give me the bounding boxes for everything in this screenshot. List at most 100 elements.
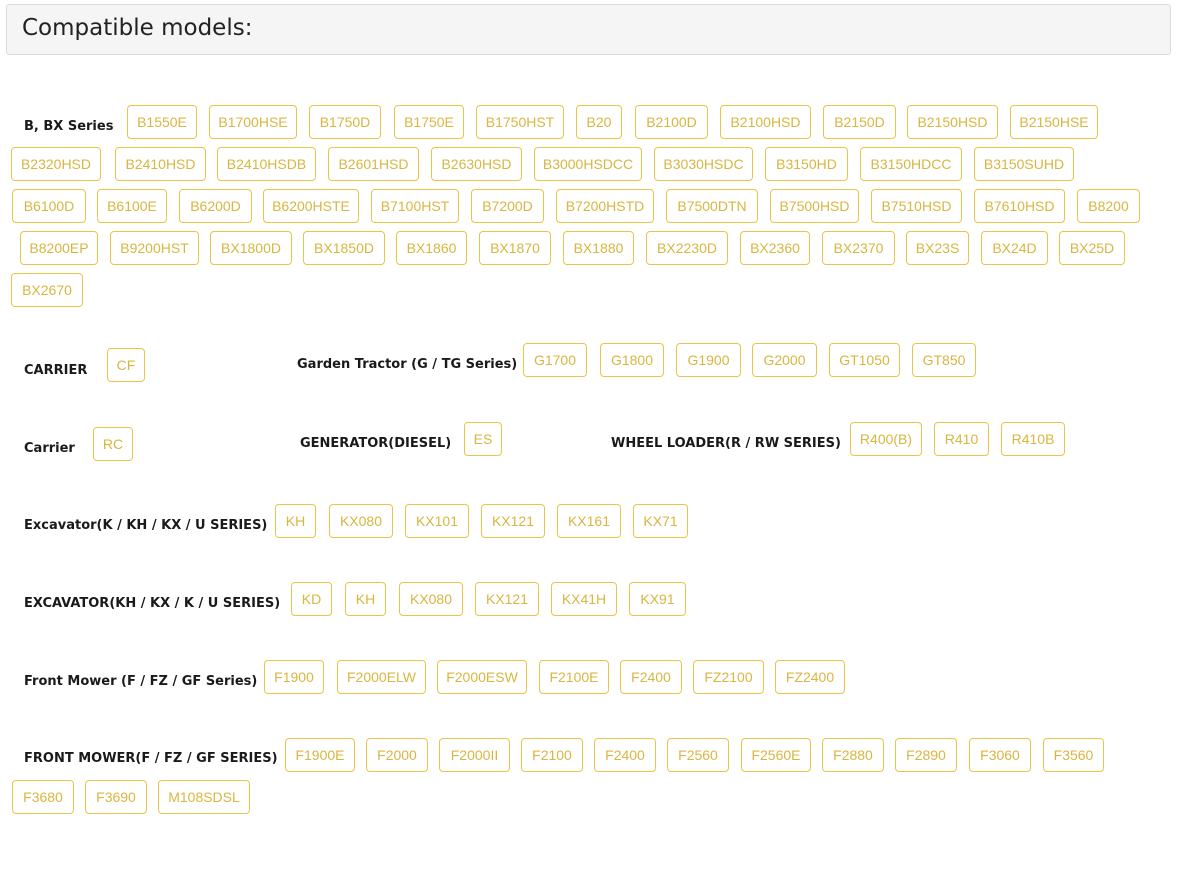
model-tag-f2100[interactable]: F2100 [521, 738, 583, 772]
model-tag-bx24d[interactable]: BX24D [981, 231, 1048, 265]
model-tag-gt850[interactable]: GT850 [912, 343, 976, 377]
model-tag-bx2360[interactable]: BX2360 [740, 231, 810, 265]
model-tag-b3150hdcc[interactable]: B3150HDCC [860, 147, 962, 181]
model-tag-kh[interactable]: KH [345, 582, 386, 616]
model-tag-b2100d[interactable]: B2100D [635, 105, 708, 139]
model-tag-f2000elw[interactable]: F2000ELW [337, 660, 426, 694]
series-label: GENERATOR(DIESEL) [300, 436, 452, 451]
model-tag-g1900[interactable]: G1900 [676, 343, 741, 377]
model-tag-b8200[interactable]: B8200 [1077, 189, 1140, 223]
model-tag-b1750e[interactable]: B1750E [394, 105, 464, 139]
model-tag-b1550e[interactable]: B1550E [127, 105, 197, 139]
model-tag-b3150suhd[interactable]: B3150SUHD [974, 147, 1074, 181]
model-tag-b1700hse[interactable]: B1700HSE [209, 105, 297, 139]
model-tag-b1750d[interactable]: B1750D [309, 105, 381, 139]
model-tag-bx2370[interactable]: BX2370 [822, 231, 895, 265]
model-tag-f1900e[interactable]: F1900E [285, 738, 355, 772]
model-tag-bx1880[interactable]: BX1880 [563, 231, 634, 265]
model-tag-b7200hstd[interactable]: B7200HSTD [556, 189, 654, 223]
series-label: Front Mower (F / FZ / GF Series) [24, 674, 258, 689]
model-tag-g1800[interactable]: G1800 [600, 343, 664, 377]
model-tag-f2560[interactable]: F2560 [667, 738, 729, 772]
model-tag-bx1850d[interactable]: BX1850D [303, 231, 385, 265]
model-tag-bx1800d[interactable]: BX1800D [210, 231, 292, 265]
section-header: Compatible models: [6, 4, 1171, 55]
model-tag-b3150hd[interactable]: B3150HD [765, 147, 848, 181]
series-label: Excavator(K / KH / KX / U SERIES) [24, 518, 268, 533]
series-label: CARRIER [24, 363, 88, 378]
model-tag-f3560[interactable]: F3560 [1043, 738, 1104, 772]
model-tag-f2880[interactable]: F2880 [822, 738, 884, 772]
model-tag-kx41h[interactable]: KX41H [551, 582, 617, 616]
model-tag-b2150d[interactable]: B2150D [823, 105, 896, 139]
model-tag-kx121[interactable]: KX121 [475, 582, 539, 616]
model-tag-b7500dtn[interactable]: B7500DTN [666, 189, 758, 223]
model-tag-r400-b[interactable]: R400(B) [850, 422, 922, 456]
model-tag-f2400[interactable]: F2400 [620, 660, 682, 694]
model-tag-kh[interactable]: KH [275, 504, 316, 538]
model-tag-kd[interactable]: KD [291, 582, 332, 616]
model-tag-kx71[interactable]: KX71 [633, 504, 688, 538]
series-label: Garden Tractor (G / TG Series) [297, 357, 518, 372]
model-tag-b7500hsd[interactable]: B7500HSD [770, 189, 859, 223]
model-tag-f3690[interactable]: F3690 [85, 780, 147, 814]
model-tag-b3030hsdc[interactable]: B3030HSDC [654, 147, 753, 181]
model-tag-b2410hsdb[interactable]: B2410HSDB [217, 147, 316, 181]
model-tag-cf[interactable]: CF [107, 348, 145, 382]
model-tag-gt1050[interactable]: GT1050 [829, 343, 900, 377]
model-tag-fz2400[interactable]: FZ2400 [775, 660, 845, 694]
model-tag-b7100hst[interactable]: B7100HST [371, 189, 459, 223]
model-tag-m108sdsl[interactable]: M108SDSL [158, 780, 250, 814]
model-tag-kx080[interactable]: KX080 [399, 582, 463, 616]
model-tag-kx101[interactable]: KX101 [405, 504, 469, 538]
model-tag-rc[interactable]: RC [93, 427, 133, 461]
model-tag-b9200hst[interactable]: B9200HST [110, 231, 199, 265]
model-tag-f2000[interactable]: F2000 [366, 738, 428, 772]
series-label: EXCAVATOR(KH / KX / K / U SERIES) [24, 596, 281, 611]
model-tag-bx2670[interactable]: BX2670 [11, 273, 83, 307]
model-tag-bx25d[interactable]: BX25D [1059, 231, 1125, 265]
model-tag-f2890[interactable]: F2890 [895, 738, 957, 772]
model-tag-f2000ii[interactable]: F2000II [439, 738, 510, 772]
model-tag-b3000hsdcc[interactable]: B3000HSDCC [534, 147, 642, 181]
model-tag-bx1870[interactable]: BX1870 [479, 231, 551, 265]
model-tag-b2410hsd[interactable]: B2410HSD [115, 147, 206, 181]
model-tag-b1750hst[interactable]: B1750HST [476, 105, 564, 139]
model-tag-b6200d[interactable]: B6200D [179, 189, 252, 223]
model-tag-bx23s[interactable]: BX23S [906, 231, 969, 265]
model-tag-kx91[interactable]: KX91 [629, 582, 686, 616]
model-tag-b6200hste[interactable]: B6200HSTE [263, 189, 359, 223]
model-tag-b2320hsd[interactable]: B2320HSD [11, 147, 101, 181]
model-tag-fz2100[interactable]: FZ2100 [693, 660, 764, 694]
model-tag-f2000esw[interactable]: F2000ESW [437, 660, 527, 694]
model-tag-g2000[interactable]: G2000 [752, 343, 817, 377]
page-title: Compatible models: [22, 15, 253, 41]
model-tag-kx080[interactable]: KX080 [329, 504, 393, 538]
model-tag-b2150hse[interactable]: B2150HSE [1010, 105, 1098, 139]
model-tag-f2560e[interactable]: F2560E [741, 738, 811, 772]
model-tag-bx1860[interactable]: BX1860 [396, 231, 467, 265]
model-tag-f2100e[interactable]: F2100E [539, 660, 609, 694]
model-tag-f2400[interactable]: F2400 [594, 738, 656, 772]
model-tag-g1700[interactable]: G1700 [523, 343, 587, 377]
model-tag-bx2230d[interactable]: BX2230D [646, 231, 728, 265]
model-tag-r410b[interactable]: R410B [1001, 422, 1065, 456]
model-tag-b2100hsd[interactable]: B2100HSD [720, 105, 811, 139]
model-tag-b6100e[interactable]: B6100E [97, 189, 167, 223]
model-tag-f3680[interactable]: F3680 [12, 780, 74, 814]
model-tag-b8200ep[interactable]: B8200EP [20, 231, 98, 265]
model-tag-b2601hsd[interactable]: B2601HSD [328, 147, 419, 181]
model-tag-f1900[interactable]: F1900 [264, 660, 324, 694]
model-tag-kx121[interactable]: KX121 [481, 504, 545, 538]
model-tag-r410[interactable]: R410 [934, 422, 989, 456]
model-tag-kx161[interactable]: KX161 [557, 504, 621, 538]
model-tag-b20[interactable]: B20 [576, 105, 622, 139]
model-tag-es[interactable]: ES [464, 422, 502, 456]
model-tag-b6100d[interactable]: B6100D [12, 189, 86, 223]
model-tag-b2630hsd[interactable]: B2630HSD [431, 147, 522, 181]
model-tag-b7200d[interactable]: B7200D [471, 189, 544, 223]
model-tag-f3060[interactable]: F3060 [969, 738, 1031, 772]
model-tag-b7510hsd[interactable]: B7510HSD [871, 189, 962, 223]
model-tag-b2150hsd[interactable]: B2150HSD [907, 105, 998, 139]
model-tag-b7610hsd[interactable]: B7610HSD [974, 189, 1065, 223]
